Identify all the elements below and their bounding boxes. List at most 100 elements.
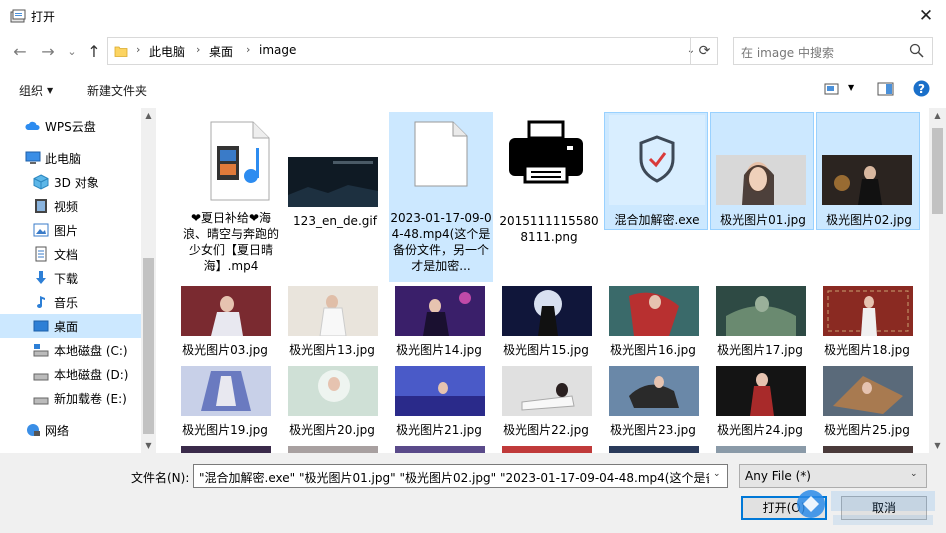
file-tile-selected[interactable]: 极光图片02.jpg	[816, 112, 920, 230]
sidebar-item-label: WPS云盘	[45, 120, 96, 134]
file-tile-selected[interactable]: 2023-01-17-09-04-48.mp4(这个是备份文件，另一个才是加密.…	[389, 112, 493, 282]
sidebar-item-this-pc[interactable]: 此电脑	[0, 146, 141, 170]
desktop-icon	[33, 320, 49, 332]
download-icon	[36, 271, 46, 284]
file-tile[interactable]: 极光图片17.jpg	[708, 286, 812, 360]
sidebar-item-downloads[interactable]: 下载	[0, 266, 141, 290]
file-name: 极光图片17.jpg	[717, 343, 803, 357]
file-tile[interactable]: 极光图片16.jpg	[601, 286, 705, 360]
file-tile-selected[interactable]: 混合加解密.exe	[604, 112, 708, 230]
file-tile[interactable]: 极光图片18.jpg	[815, 286, 919, 360]
file-tile[interactable]: 极光图片19.jpg	[173, 366, 277, 440]
file-type-value: Any File (*)	[745, 469, 811, 483]
sidebar-item-label: 此电脑	[45, 152, 82, 166]
breadcrumb-separator: ›	[136, 43, 141, 56]
file-tile[interactable]: 20151111155808111.png	[497, 112, 601, 252]
search-input[interactable]: 在 image 中搜索	[741, 44, 834, 61]
photo-thumbnail	[823, 446, 913, 453]
scroll-up-icon[interactable]: ▲	[141, 108, 156, 123]
sidebar-item-drive-c[interactable]: 本地磁盘 (C:)	[0, 338, 141, 362]
file-tile[interactable]: 极光图片23.jpg	[601, 366, 705, 440]
sidebar-item-label: 3D 对象	[54, 176, 99, 190]
open-folder-icon	[10, 9, 26, 23]
file-name: 极光图片15.jpg	[503, 343, 589, 357]
sidebar-item-3d-objects[interactable]: 3D 对象	[0, 170, 141, 194]
sidebar-item-documents[interactable]: 文档	[0, 242, 141, 266]
breadcrumb-image[interactable]: image	[259, 43, 296, 57]
up-button[interactable]: ↑	[82, 40, 106, 64]
sidebar-item-desktop[interactable]: 桌面	[0, 314, 141, 338]
scroll-down-icon[interactable]: ▼	[930, 438, 945, 453]
sidebar-scrollbar[interactable]: ▲ ▼	[141, 108, 156, 453]
sidebar-item-pictures[interactable]: 图片	[0, 218, 141, 242]
breadcrumb-desktop[interactable]: 桌面	[209, 43, 233, 60]
chevron-down-icon[interactable]: ⌄	[713, 469, 721, 479]
chevron-down-icon: ⌄	[910, 469, 918, 479]
file-tile[interactable]: 极光图片21.jpg	[387, 366, 491, 440]
file-tile[interactable]: 极光图片25.jpg	[815, 366, 919, 440]
sidebar-item-wps-cloud[interactable]: WPS云盘	[0, 114, 141, 138]
address-bar[interactable]: › 此电脑 › 桌面 › image ⌄	[107, 37, 718, 65]
sidebar-item-music[interactable]: 音乐	[0, 290, 141, 314]
breadcrumb-this-pc[interactable]: 此电脑	[149, 43, 185, 60]
file-list: ❤夏日补给❤海浪、晴空与奔跑的少女们【夏日晴海】.mp4 123_en_de.g…	[157, 108, 929, 453]
file-name: 2023-01-17-09-04-48.mp4(这个是备份文件，另一个才是加密.…	[390, 211, 492, 273]
photo-thumbnail	[288, 446, 378, 453]
sidebar-item-drive-d[interactable]: 本地磁盘 (D:)	[0, 362, 141, 386]
file-name: 123_en_de.gif	[293, 214, 377, 228]
scrollbar-thumb[interactable]	[143, 258, 154, 434]
view-dropdown-icon[interactable]: ▼	[848, 83, 854, 92]
file-tile[interactable]: 极光图片22.jpg	[494, 366, 598, 440]
sidebar-item-label: 音乐	[54, 296, 79, 310]
preview-pane-icon[interactable]	[877, 82, 894, 96]
breadcrumb-separator: ›	[246, 43, 251, 56]
filename-field[interactable]: "混合加解密.exe" "极光图片01.jpg" "极光图片02.jpg" "2…	[193, 464, 728, 488]
file-tile[interactable]: 极光图片03.jpg	[173, 286, 277, 360]
file-tile[interactable]: 极光图片20.jpg	[280, 366, 384, 440]
organize-menu[interactable]: 组织 ▼	[19, 82, 53, 99]
help-icon[interactable]: ?	[913, 80, 930, 97]
photo-thumbnail	[823, 366, 913, 416]
file-tile[interactable]: 极光图片14.jpg	[387, 286, 491, 360]
file-tile[interactable]: 极光图片24.jpg	[708, 366, 812, 440]
back-button[interactable]: ←	[8, 40, 32, 64]
cloud-icon	[25, 121, 40, 130]
drive-icon	[33, 397, 49, 405]
file-name: 极光图片03.jpg	[182, 343, 268, 357]
forward-button[interactable]: →	[36, 40, 60, 64]
sidebar-item-label: 新加载卷 (E:)	[54, 392, 127, 406]
refresh-button[interactable]: ⟳	[690, 37, 718, 65]
folder-icon	[114, 46, 128, 57]
scrollbar-thumb[interactable]	[932, 128, 943, 214]
photo-thumbnail	[288, 366, 378, 416]
sidebar-item-videos[interactable]: 视频	[0, 194, 141, 218]
file-tile[interactable]: 极光图片13.jpg	[280, 286, 384, 360]
scroll-up-icon[interactable]: ▲	[930, 108, 945, 123]
printer-thumbnail	[501, 116, 591, 192]
photo-thumbnail	[502, 366, 592, 416]
caret-down-icon: ▼	[47, 86, 54, 95]
new-folder-button[interactable]: 新建文件夹	[87, 82, 147, 99]
toolbar: 组织 ▼ 新建文件夹 ▼ ?	[0, 74, 946, 104]
filename-value[interactable]: "混合加解密.exe" "极光图片01.jpg" "极光图片02.jpg" "2…	[199, 469, 709, 486]
close-icon[interactable]: ✕	[912, 4, 940, 28]
shield-app-icon	[609, 115, 705, 205]
scroll-down-icon[interactable]: ▼	[141, 438, 156, 453]
blank-file-icon	[414, 121, 468, 187]
search-box[interactable]: 在 image 中搜索	[733, 37, 933, 65]
documents-icon	[35, 246, 47, 262]
sidebar-item-label: 桌面	[54, 320, 79, 334]
file-tile[interactable]: 极光图片15.jpg	[494, 286, 598, 360]
file-name: 极光图片18.jpg	[824, 343, 910, 357]
file-tile-selected[interactable]: 极光图片01.jpg	[710, 112, 814, 230]
recent-dropdown-button[interactable]: ⌄	[60, 40, 84, 64]
sidebar-item-drive-e[interactable]: 新加载卷 (E:)	[0, 386, 141, 410]
file-list-scrollbar[interactable]: ▲ ▼	[929, 108, 946, 453]
pictures-icon	[33, 223, 49, 237]
file-tile[interactable]: ❤夏日补给❤海浪、晴空与奔跑的少女们【夏日晴海】.mp4	[179, 112, 283, 282]
photo-thumbnail	[181, 446, 271, 453]
sidebar-item-network[interactable]: 网络	[0, 418, 141, 442]
view-options-icon[interactable]	[824, 82, 840, 96]
network-icon	[27, 424, 40, 436]
file-tile[interactable]: 123_en_de.gif	[283, 112, 387, 232]
